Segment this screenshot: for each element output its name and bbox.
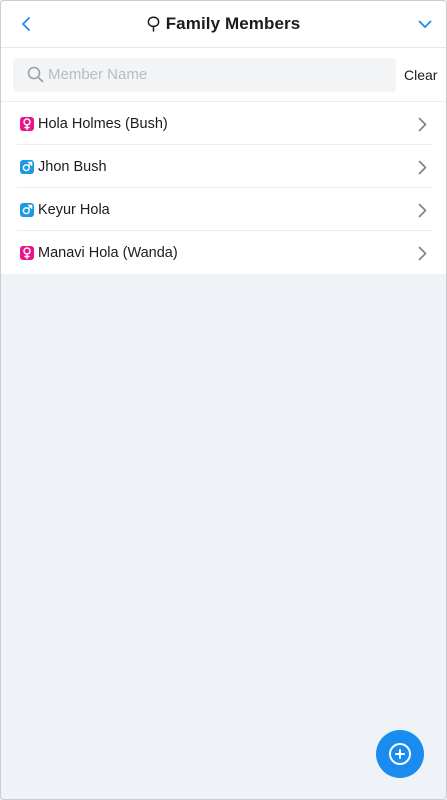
chevron-right-icon: [416, 245, 428, 261]
add-member-button[interactable]: [376, 730, 424, 778]
search-box: [13, 57, 396, 92]
member-list: Hola Holmes (Bush) Jhon Bush Keyur Hola …: [1, 101, 446, 274]
member-name: Jhon Bush: [38, 158, 107, 175]
header-menu-button[interactable]: [412, 11, 438, 37]
male-icon: [20, 202, 34, 217]
add-circle-icon: [389, 743, 411, 765]
list-item[interactable]: Keyur Hola: [1, 188, 446, 231]
chevron-left-icon: [22, 17, 30, 31]
member-name: Keyur Hola: [38, 201, 110, 218]
female-icon: [20, 245, 34, 260]
male-icon: [20, 159, 34, 174]
member-name: Hola Holmes (Bush): [38, 115, 168, 132]
chevron-right-icon: [416, 159, 428, 175]
page-title: Family Members: [165, 14, 301, 33]
chevron-down-icon: [418, 20, 432, 28]
tree-icon: [147, 16, 160, 32]
female-icon: [20, 116, 34, 131]
chevron-right-icon: [416, 202, 428, 218]
list-item[interactable]: Manavi Hola (Wanda): [1, 231, 446, 274]
search-icon: [26, 66, 44, 84]
search-bar: Clear: [1, 48, 446, 101]
list-item[interactable]: Jhon Bush: [1, 145, 446, 188]
app-frame: Family Members Clear: [0, 0, 447, 800]
list-item[interactable]: Hola Holmes (Bush): [1, 101, 446, 145]
back-button[interactable]: [13, 11, 39, 37]
search-input[interactable]: [48, 66, 368, 83]
page-title-group: Family Members: [147, 14, 301, 34]
chevron-right-icon: [416, 116, 428, 132]
header-bar: Family Members: [1, 1, 446, 48]
member-name: Manavi Hola (Wanda): [38, 244, 178, 261]
clear-button[interactable]: Clear: [404, 67, 437, 83]
